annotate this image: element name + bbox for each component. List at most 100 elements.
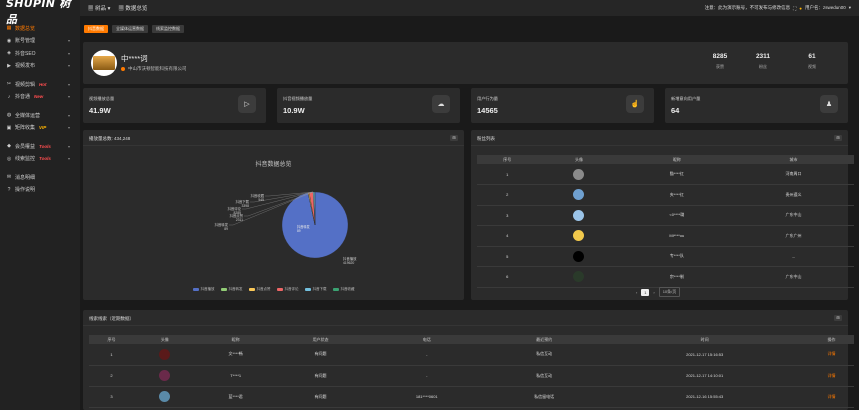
row-number: 3 [477, 205, 538, 226]
profile-name: 中****词 [121, 54, 148, 63]
column-header: 操作 [809, 335, 854, 344]
fans-panel: 粉丝列表 ⊞ 序号 头像 昵称 城市 1 猫****红 河南周口 2 夹****红 贵州遵义 3 <… [471, 130, 854, 300]
avatar [573, 209, 585, 221]
chevron-down-icon: ▾ [67, 125, 70, 131]
sidebar-item-6[interactable]: ◍ 全媒体运营 ▾ [0, 109, 80, 122]
sidebar-item-tag: Hot [39, 81, 47, 87]
avatar-cell [133, 344, 196, 366]
sidebar-item-tag: Tools [39, 143, 51, 149]
table-row[interactable]: 4 Mi****ou 广东广州 [477, 225, 854, 247]
column-header: 头像 [133, 335, 196, 344]
table-row[interactable]: 1 猫****红 河南周口 [477, 164, 854, 185]
chevron-down-icon[interactable]: ▾ [849, 5, 851, 11]
menu-toggle[interactable]: ▦ 树品 ▾ [88, 4, 110, 12]
data-tabs: 抖音数据 全媒体运营数据 线索监控数据 [84, 25, 184, 33]
table-row[interactable]: 3 蓝****君 有问题 181****0601 私信留电话 2021-12-16 15:… [89, 386, 854, 408]
prev-page-icon[interactable]: ‹ [636, 290, 637, 295]
sidebar-item-3[interactable]: ▶ 视频发布 ▾ [0, 60, 80, 73]
logo: SHUPIN 树品 [6, 0, 71, 26]
legend-item[interactable]: 抖音评论 [276, 287, 299, 292]
legend-swatch [332, 288, 339, 291]
sidebar-item-9[interactable]: ◎ 线索监控 Tools ▾ [0, 153, 80, 166]
legend-item[interactable]: 抖音点赞 [248, 287, 271, 292]
sidebar-item-label: 消息明细 [15, 174, 36, 181]
time: 2021-12-17 14:10:01 [600, 365, 810, 387]
sidebar: SHUPIN 树品 ▦ 数据总览 ◉ 账号管理 ▾ ◈ 抖音SEO ▾ ▶ 视频发布 ▾ ✂ 视频剪辑 H… [0, 0, 80, 410]
slice-label: 抖音播放 419620 [343, 256, 357, 265]
user-name[interactable]: 用户名：zswedun00 [805, 5, 846, 11]
stat-label: 粉丝 [759, 64, 767, 69]
sidebar-item-label: 线索监控 [15, 156, 36, 163]
avatar-cell [537, 266, 621, 288]
breadcrumb: ▦ 数据总览 [118, 6, 148, 12]
sidebar-item-8[interactable]: ◆ 会员權益 Tools ▾ [0, 140, 80, 153]
sidebar-nav: ▦ 数据总览 ◉ 账号管理 ▾ ◈ 抖音SEO ▾ ▶ 视频发布 ▾ ✂ 视频剪辑 Hot ▾ ♪ 抖音通 New… [0, 22, 80, 196]
nickname: 专****队 [620, 246, 734, 267]
table-row[interactable]: 6 宗****制 广东中山 [477, 266, 854, 288]
avatar-cell [133, 386, 196, 408]
table-row[interactable]: 2 夹****红 贵州遵义 [477, 184, 854, 206]
city: -- [733, 246, 854, 267]
legend-item[interactable]: 抖音转发 [220, 287, 243, 292]
legend-label: 抖音收藏 [340, 287, 355, 291]
chevron-down-icon: ▾ [67, 156, 70, 162]
detail-link[interactable]: 详情 [828, 351, 836, 356]
legend-item[interactable]: 抖音收藏 [332, 287, 355, 292]
sidebar-item-5[interactable]: ♪ 抖音通 New ▾ [0, 91, 80, 104]
tab-2[interactable]: 线索监控数据 [152, 25, 184, 33]
legend-swatch [220, 288, 227, 291]
avatar [573, 271, 585, 283]
avatar [573, 230, 585, 242]
sidebar-item-10[interactable]: ✉ 消息明细 [0, 171, 80, 184]
legend-swatch [248, 288, 255, 291]
detail-link[interactable]: 详情 [828, 394, 836, 399]
play-icon: ▷ [238, 95, 256, 113]
sidebar-item-7[interactable]: ▣ 矩阵收集 VIP ▾ [0, 122, 80, 135]
phone: - [365, 344, 488, 366]
row-number: 2 [477, 184, 538, 206]
expand-button[interactable]: ⊞ [834, 135, 842, 141]
expand-button[interactable]: ⊞ [834, 315, 842, 321]
recent-contact: 私信互动 [488, 365, 601, 387]
tab-1[interactable]: 全媒体运营数据 [112, 25, 148, 33]
sidebar-item-0[interactable]: ▦ 数据总览 [0, 22, 80, 35]
sidebar-item-1[interactable]: ◉ 账号管理 ▾ [0, 35, 80, 48]
chevron-down-icon: ▾ [67, 112, 70, 118]
person-icon: ♟ [820, 95, 838, 113]
table-row[interactable]: 1 文****畅 有问题 - 私信互动 2021-12-17 15:16:53 详情 [89, 344, 854, 366]
stat-label: 获赞 [716, 64, 724, 69]
detail-link[interactable]: 详情 [828, 373, 836, 378]
sidebar-item-4[interactable]: ✂ 视频剪辑 Hot ▾ [0, 78, 80, 91]
recent-contact: 私信互动 [488, 344, 601, 366]
sidebar-item-11[interactable]: ? 操作说明 [0, 184, 80, 197]
stat-card: 用户行为量 14565 ☝ [471, 88, 654, 123]
legend-label: 抖音转发 [228, 287, 243, 291]
next-page-icon[interactable]: › [653, 290, 654, 295]
tab-0[interactable]: 抖音数据 [84, 25, 108, 33]
avatar [91, 50, 117, 76]
sidebar-item-label: 矩阵收集 [15, 125, 36, 132]
avatar [159, 370, 171, 381]
legend-label: 抖音评论 [284, 287, 299, 291]
table-row[interactable]: 5 专****队 -- [477, 246, 854, 267]
stat-value: 8285 [712, 53, 728, 60]
chart-panel: 播放量总数: 434,248 ⊞ 抖音数据总览 抖音播放 419620 抖音转发 89… [83, 130, 464, 300]
column-header: 最近预约 [488, 335, 601, 344]
phone: - [365, 365, 488, 387]
sidebar-item-2[interactable]: ◈ 抖音SEO ▾ [0, 47, 80, 60]
fullscreen-icon[interactable]: ⛶ [793, 6, 796, 11]
avatar [573, 250, 585, 262]
sidebar-item-label: 视频剪辑 [15, 81, 36, 88]
topbar-right: 注意：此为演示账号，不可发布与修改信息 ⛶ ● 用户名：zswedun00 ▾ [705, 5, 851, 11]
legend-item[interactable]: 抖音下载 [304, 287, 327, 292]
douyin-icon: ♪ [7, 93, 11, 100]
table-row[interactable]: 3 <0****璐 广东中山 [477, 205, 854, 226]
row-number: 1 [477, 164, 538, 185]
card-title: 抖音视频播放量 [283, 96, 313, 101]
table-row[interactable]: 2 T****1 有问题 - 私信互动 2021-12-17 14:10:01 详情 [89, 365, 854, 387]
time: 2021-12-16 15:55:43 [600, 386, 810, 408]
page-size-select[interactable]: 10条/页 [658, 287, 681, 297]
legend-item[interactable]: 抖音播放 [192, 287, 215, 292]
page-number[interactable]: 1 [641, 288, 650, 296]
user-avatar-icon[interactable]: ● [799, 6, 802, 11]
